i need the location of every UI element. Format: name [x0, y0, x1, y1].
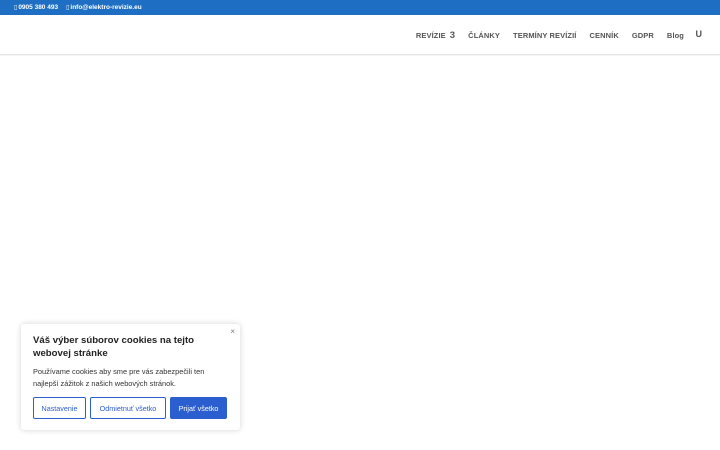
nav-item-revizie[interactable]: REVÍZIE 3 [416, 30, 455, 41]
nav-item-label: ČLÁNKY [468, 30, 501, 40]
phone-number[interactable]: 0905 380 493 [18, 4, 58, 11]
nav-item-label: CENNÍK [589, 30, 619, 40]
nav-item-blog[interactable]: Blog [667, 31, 684, 40]
email-contact[interactable]: ▯ info@elektro-revizie.eu [66, 4, 142, 11]
phone-icon: ▯ [14, 5, 18, 11]
nav-item-clanky[interactable]: ČLÁNKY [468, 31, 500, 40]
nav-item-terminy-revizii[interactable]: TERMÍNY REVÍZIÍ [513, 31, 576, 40]
cookie-consent-banner: × Váš výber súborov cookies na tejto web… [21, 324, 240, 430]
cookie-description: Používame cookies aby sme pre vás zabezp… [33, 367, 205, 388]
close-icon[interactable]: × [230, 327, 235, 336]
cookie-actions: Nastavenie Odmietnuť všetko Prijať všetk… [33, 397, 227, 419]
nav-item-gdpr[interactable]: GDPR [632, 31, 654, 40]
search-icon[interactable]: U [696, 29, 703, 39]
accept-all-button[interactable]: Prijať všetko [170, 397, 227, 419]
phone-contact[interactable]: ▯ 0905 380 493 [14, 4, 58, 11]
nav-item-cennik[interactable]: CENNÍK [589, 31, 618, 40]
nav-item-label: GDPR [631, 30, 654, 40]
nav-item-label: TERMÍNY REVÍZIÍ [513, 30, 577, 40]
envelope-icon: ▯ [66, 5, 70, 11]
top-bar: ▯ 0905 380 493 ▯ info@elektro-revizie.eu [0, 0, 720, 15]
dropdown-badge: 3 [449, 29, 456, 41]
main-nav: REVÍZIE 3 ČLÁNKY TERMÍNY REVÍZIÍ CENNÍK … [416, 15, 684, 55]
reject-all-button[interactable]: Odmietnuť všetko [90, 397, 166, 419]
cookie-title: Váš výber súborov cookies na tejto webov… [33, 335, 195, 359]
email-address[interactable]: info@elektro-revizie.eu [70, 4, 141, 11]
cookie-settings-button[interactable]: Nastavenie [33, 397, 86, 419]
nav-item-label: REVÍZIE [415, 30, 446, 40]
nav-item-label: Blog [666, 30, 684, 40]
site-header: REVÍZIE 3 ČLÁNKY TERMÍNY REVÍZIÍ CENNÍK … [0, 15, 720, 55]
